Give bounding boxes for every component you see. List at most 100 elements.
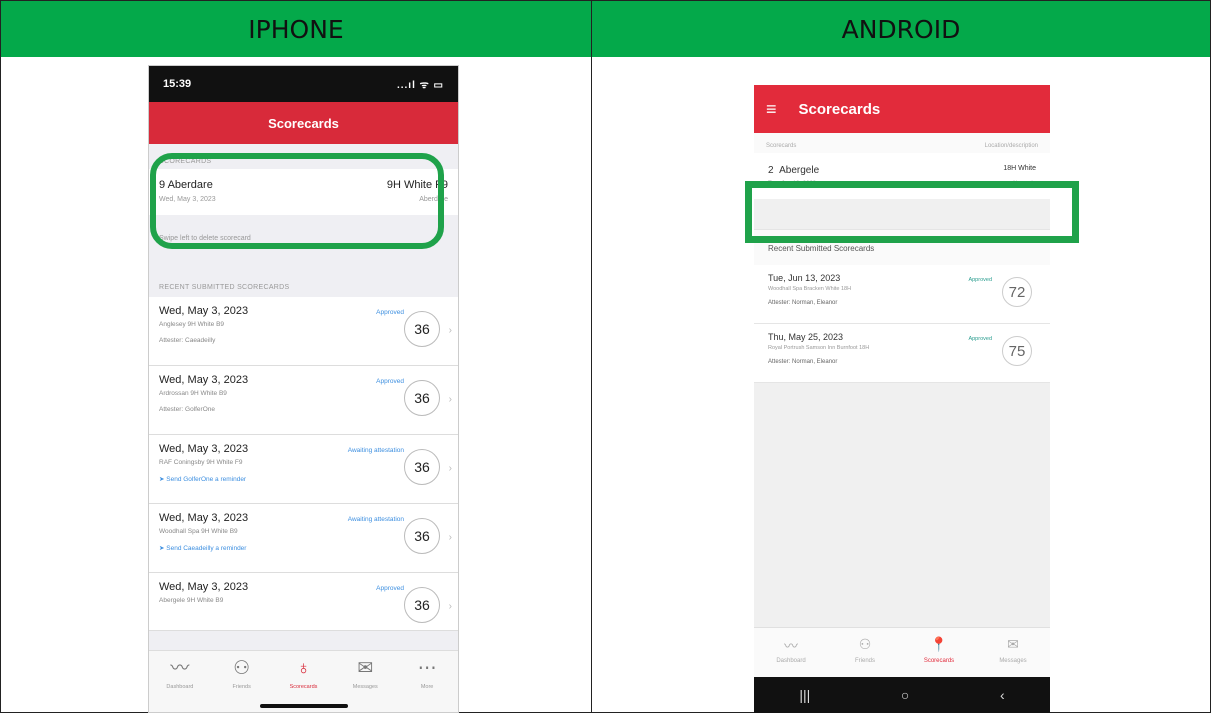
status-badge: Awaiting attestation (347, 516, 404, 523)
chart-line-icon: 〰 (170, 658, 190, 679)
item-attester: Attester: Caeadeilly (159, 337, 216, 344)
tab-label: More (420, 684, 434, 690)
chevron-right-icon: › (448, 601, 452, 612)
status-icons: ...ıl ᯤ ▭ (396, 80, 444, 91)
score-circle: 36 (404, 311, 440, 347)
draft-course-name: 9 Aberdare (159, 179, 213, 191)
draft-tee: 18H White (1003, 165, 1036, 172)
hamburger-menu-icon[interactable]: ≡ (766, 99, 777, 120)
status-badge: Awaiting attestation (347, 447, 404, 454)
status-badge: Approved (968, 277, 992, 283)
list-item[interactable]: Wed, May 3, 2023 RAF Coningsby 9H White … (149, 435, 458, 504)
recents-icon[interactable]: ||| (799, 687, 810, 703)
list-item[interactable]: Wed, May 3, 2023 Woodhall Spa 9H White B… (149, 504, 458, 573)
tab-label: Scorecards (923, 658, 955, 664)
envelope-icon: ✉ (1007, 636, 1019, 652)
people-icon: ⚇ (233, 658, 251, 679)
col-right-label: Location/description (984, 143, 1038, 149)
status-badge: Approved (376, 585, 404, 592)
android-system-nav: ||| ○ ‹ (754, 677, 1050, 713)
draft-course-name: Abergele (779, 165, 820, 176)
item-course: Royal Portrush Samson Inn Burnfoot 18H (768, 345, 870, 351)
item-date: Tue, Jun 13, 2023 (768, 273, 841, 283)
golf-pin-icon: ♁ (296, 658, 311, 679)
item-date: Wed, May 3, 2023 (159, 374, 249, 386)
home-icon[interactable]: ○ (901, 687, 909, 703)
draft-section-header: SCORECARDS (159, 158, 212, 165)
tab-dashboard[interactable]: 〰 Dashboard (759, 636, 823, 677)
item-attester: Attester: Norman, Eleanor (768, 359, 838, 365)
send-reminder-link[interactable]: ➤ Send GolferOne a reminder (159, 475, 448, 483)
iphone-column-header: IPHONE (0, 0, 592, 58)
android-status-area (754, 65, 1050, 85)
list-item[interactable]: Wed, May 3, 2023 Anglesey 9H White B9 At… (149, 297, 458, 366)
list-item[interactable]: Tue, Jun 13, 2023 Woodhall Spa Bracken W… (754, 265, 1050, 324)
status-badge: Approved (376, 309, 404, 316)
tab-label: Friends (232, 684, 251, 690)
android-screenshot: ≡ Scorecards Scorecards Location/descrip… (754, 65, 1050, 713)
score-circle: 36 (404, 380, 440, 416)
draft-scorecard-row[interactable]: 2 Abergele 18H White Tue, Jun 13, 2023 A… (754, 153, 1050, 199)
list-item[interactable]: Thu, May 25, 2023 Royal Portrush Samson … (754, 324, 1050, 383)
back-icon[interactable]: ‹ (1000, 687, 1005, 703)
draft-tee: 9H White F9 (386, 179, 448, 191)
draft-club: Aberdare (419, 196, 448, 203)
score-circle: 75 (1002, 336, 1032, 366)
draft-scorecard-row[interactable]: 9 Aberdare 9H White F9 Wed, May 3, 2023 … (149, 169, 458, 215)
recent-scorecard-list: Tue, Jun 13, 2023 Woodhall Spa Bracken W… (754, 265, 1050, 383)
android-app-bar: ≡ Scorecards (754, 85, 1050, 133)
iphone-screenshot: 15:39 ...ıl ᯤ ▭ Scorecards SCORECARDS 9 … (148, 65, 459, 713)
score-circle: 36 (404, 449, 440, 485)
tab-label: Scorecards (289, 684, 318, 690)
chevron-right-icon: › (448, 463, 452, 474)
golf-pin-icon: 📍 (930, 636, 948, 652)
draft-club: Abergele (1011, 181, 1036, 187)
ios-status-bar: 15:39 ...ıl ᯤ ▭ (149, 66, 458, 102)
chevron-right-icon: › (448, 394, 452, 405)
chevron-right-icon: › (448, 532, 452, 543)
page-title: Scorecards (268, 115, 339, 131)
tab-dashboard[interactable]: 〰 Dashboard (150, 657, 210, 712)
tab-label: Messages (352, 684, 378, 690)
ios-tab-bar: 〰 Dashboard ⚇ Friends ♁ Scorecards ✉ Mes… (149, 650, 458, 712)
tab-more[interactable]: ⋯ More (397, 657, 457, 712)
draft-column-header: Scorecards Location/description (754, 133, 1050, 153)
tab-label: Dashboard (776, 658, 806, 664)
item-date: Wed, May 3, 2023 (159, 443, 249, 455)
home-indicator (259, 704, 348, 708)
chart-line-icon: 〰 (784, 638, 798, 654)
swipe-hint: Swipe left to delete scorecard (159, 235, 251, 242)
score-circle: 36 (404, 587, 440, 623)
tab-scorecards[interactable]: 📍 Scorecards (907, 636, 971, 677)
col-left-label: Scorecards (766, 143, 797, 149)
send-reminder-link[interactable]: ➤ Send Caeadeilly a reminder (159, 544, 448, 552)
tab-messages[interactable]: ✉ Messages (981, 636, 1045, 677)
recent-section-header: RECENT SUBMITTED SCORECARDS (159, 284, 290, 291)
item-date: Wed, May 3, 2023 (159, 305, 249, 317)
list-item[interactable]: Wed, May 3, 2023 Ardrossan 9H White B9 A… (149, 366, 458, 435)
score-circle: 36 (404, 518, 440, 554)
envelope-icon: ✉ (357, 658, 374, 679)
chevron-right-icon: › (448, 325, 452, 336)
status-time: 15:39 (163, 78, 192, 90)
item-attester: Attester: GolferOne (159, 406, 215, 413)
tab-label: Messages (999, 658, 1027, 664)
draft-date: Wed, May 3, 2023 (159, 196, 216, 203)
more-dots-icon: ⋯ (417, 658, 437, 679)
list-item[interactable]: Wed, May 3, 2023 Abergele 9H White B9 Ap… (149, 573, 458, 631)
status-badge: Approved (968, 336, 992, 342)
item-course: Woodhall Spa Bracken White 18H (768, 286, 852, 292)
android-column-header: ANDROID (591, 0, 1211, 58)
recent-section-header: Recent Submitted Scorecards (754, 229, 1050, 265)
draft-holes: 2 (768, 165, 774, 176)
status-badge: Approved (376, 378, 404, 385)
draft-date: Tue, Jun 13, 2023 (768, 181, 817, 187)
android-bottom-nav: 〰 Dashboard ⚇ Friends 📍 Scorecards ✉ Mes… (754, 627, 1050, 677)
ios-nav-bar: Scorecards (149, 102, 458, 144)
tab-label: Dashboard (166, 684, 194, 690)
item-attester: Attester: Norman, Eleanor (768, 300, 838, 306)
page-title: Scorecards (798, 100, 881, 118)
tab-label: Friends (854, 658, 875, 664)
tab-friends[interactable]: ⚇ Friends (833, 636, 897, 677)
people-icon: ⚇ (858, 636, 872, 652)
